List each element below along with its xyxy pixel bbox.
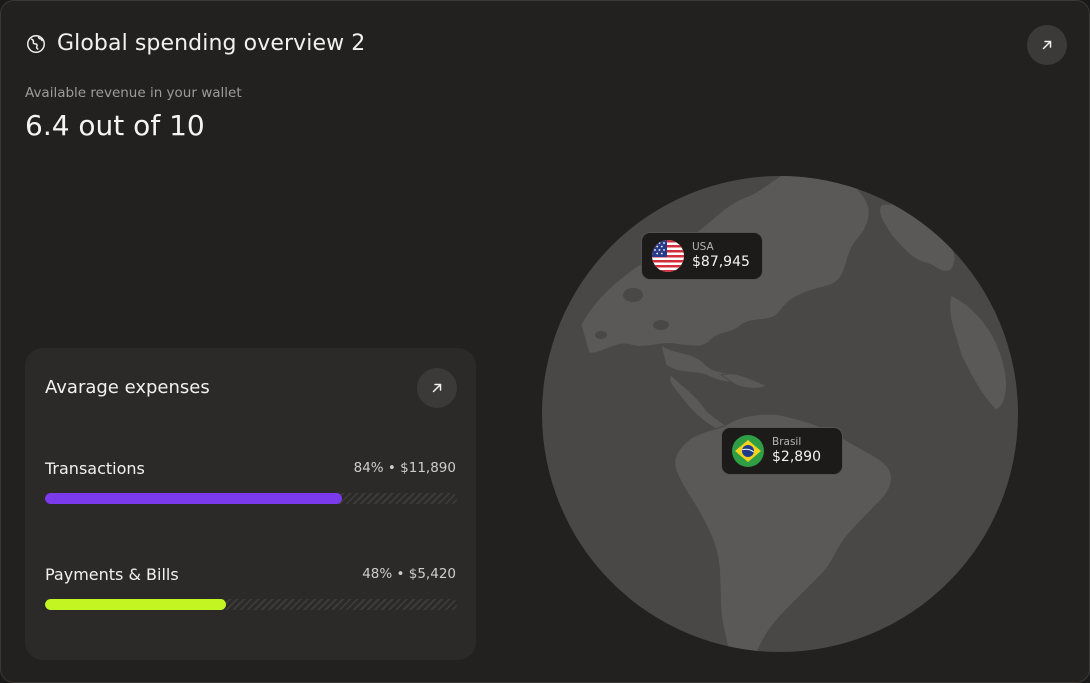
map-pin-brasil[interactable]: Brasil $2,890	[721, 427, 843, 475]
progress-fill-payments-bills	[45, 599, 227, 610]
brazil-flag-icon	[732, 435, 764, 467]
global-spending-card: Global spending overview 2 Available rev…	[0, 0, 1090, 683]
progress-bar-transactions	[45, 493, 457, 504]
expense-label-transactions: Transactions	[45, 459, 145, 478]
pin-amount: $87,945	[692, 254, 750, 270]
wallet-subtitle: Available revenue in your wallet	[25, 85, 242, 101]
wallet-score: 6.4 out of 10	[25, 109, 205, 142]
pin-country-label: USA	[692, 241, 714, 253]
globe-map	[541, 175, 1019, 653]
arrow-up-right-icon	[1042, 40, 1052, 50]
progress-bar-payments-bills	[45, 599, 457, 610]
globe-icon	[25, 33, 47, 55]
pin-amount: $2,890	[772, 449, 821, 465]
open-overview-button[interactable]	[1027, 25, 1067, 65]
pin-country-label: Brasil	[772, 436, 802, 448]
open-expenses-button[interactable]	[417, 368, 457, 408]
usa-flag-icon	[652, 240, 684, 272]
page-title: Global spending overview 2	[57, 31, 366, 56]
progress-fill-transactions	[45, 493, 342, 504]
arrow-up-right-icon	[432, 383, 442, 393]
expense-value-payments-bills: 48% • $5,420	[362, 566, 456, 582]
card-header: Global spending overview 2	[25, 31, 365, 56]
expenses-title: Avarage expenses	[45, 377, 210, 398]
average-expenses-card: Avarage expenses Transactions 84% • $11,…	[25, 348, 476, 660]
map-pin-usa[interactable]: USA $87,945	[641, 232, 763, 280]
expense-label-payments-bills: Payments & Bills	[45, 565, 179, 584]
expense-value-transactions: 84% • $11,890	[353, 460, 456, 476]
